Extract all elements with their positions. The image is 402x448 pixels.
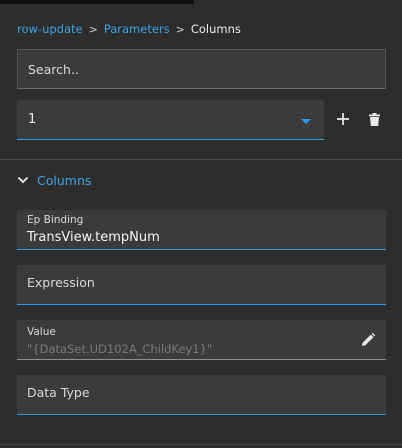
plus-icon <box>337 113 349 125</box>
delete-button[interactable] <box>364 109 384 129</box>
breadcrumb-columns: Columns <box>190 22 241 36</box>
breadcrumb: row-update > Parameters > Columns <box>17 21 241 37</box>
columns-section-toggle[interactable]: Columns <box>17 172 91 188</box>
data-type-label: Data Type <box>27 385 90 400</box>
top-tab-strip <box>0 0 194 4</box>
add-button[interactable] <box>333 109 353 129</box>
ep-binding-value: TransView.tempNum <box>27 230 160 245</box>
expression-label: Expression <box>27 275 95 290</box>
index-select-value: 1 <box>28 112 37 127</box>
search-field[interactable] <box>17 49 386 89</box>
section-title: Columns <box>37 172 92 188</box>
divider <box>0 159 402 160</box>
chevron-down-icon <box>17 176 29 184</box>
breadcrumb-separator: > <box>88 22 98 36</box>
breadcrumb-row-update[interactable]: row-update <box>17 22 83 36</box>
caret-down-icon[interactable] <box>301 119 311 124</box>
value-field[interactable]: Value "{DataSet.UD102A_ChildKey1}" <box>17 320 386 360</box>
pencil-icon[interactable] <box>360 332 376 348</box>
trash-icon <box>368 112 380 126</box>
breadcrumb-parameters[interactable]: Parameters <box>104 22 170 36</box>
index-select[interactable]: 1 <box>17 100 324 140</box>
ep-binding-field[interactable]: Ep Binding TransView.tempNum <box>17 210 386 250</box>
value-placeholder: "{DataSet.UD102A_ChildKey1}" <box>27 342 213 356</box>
divider <box>0 444 402 445</box>
value-label: Value <box>27 326 56 338</box>
search-input[interactable] <box>28 61 375 77</box>
breadcrumb-separator: > <box>175 22 185 36</box>
data-type-field[interactable]: Data Type <box>17 375 386 415</box>
ep-binding-label: Ep Binding <box>27 214 84 226</box>
expression-field[interactable]: Expression <box>17 265 386 305</box>
